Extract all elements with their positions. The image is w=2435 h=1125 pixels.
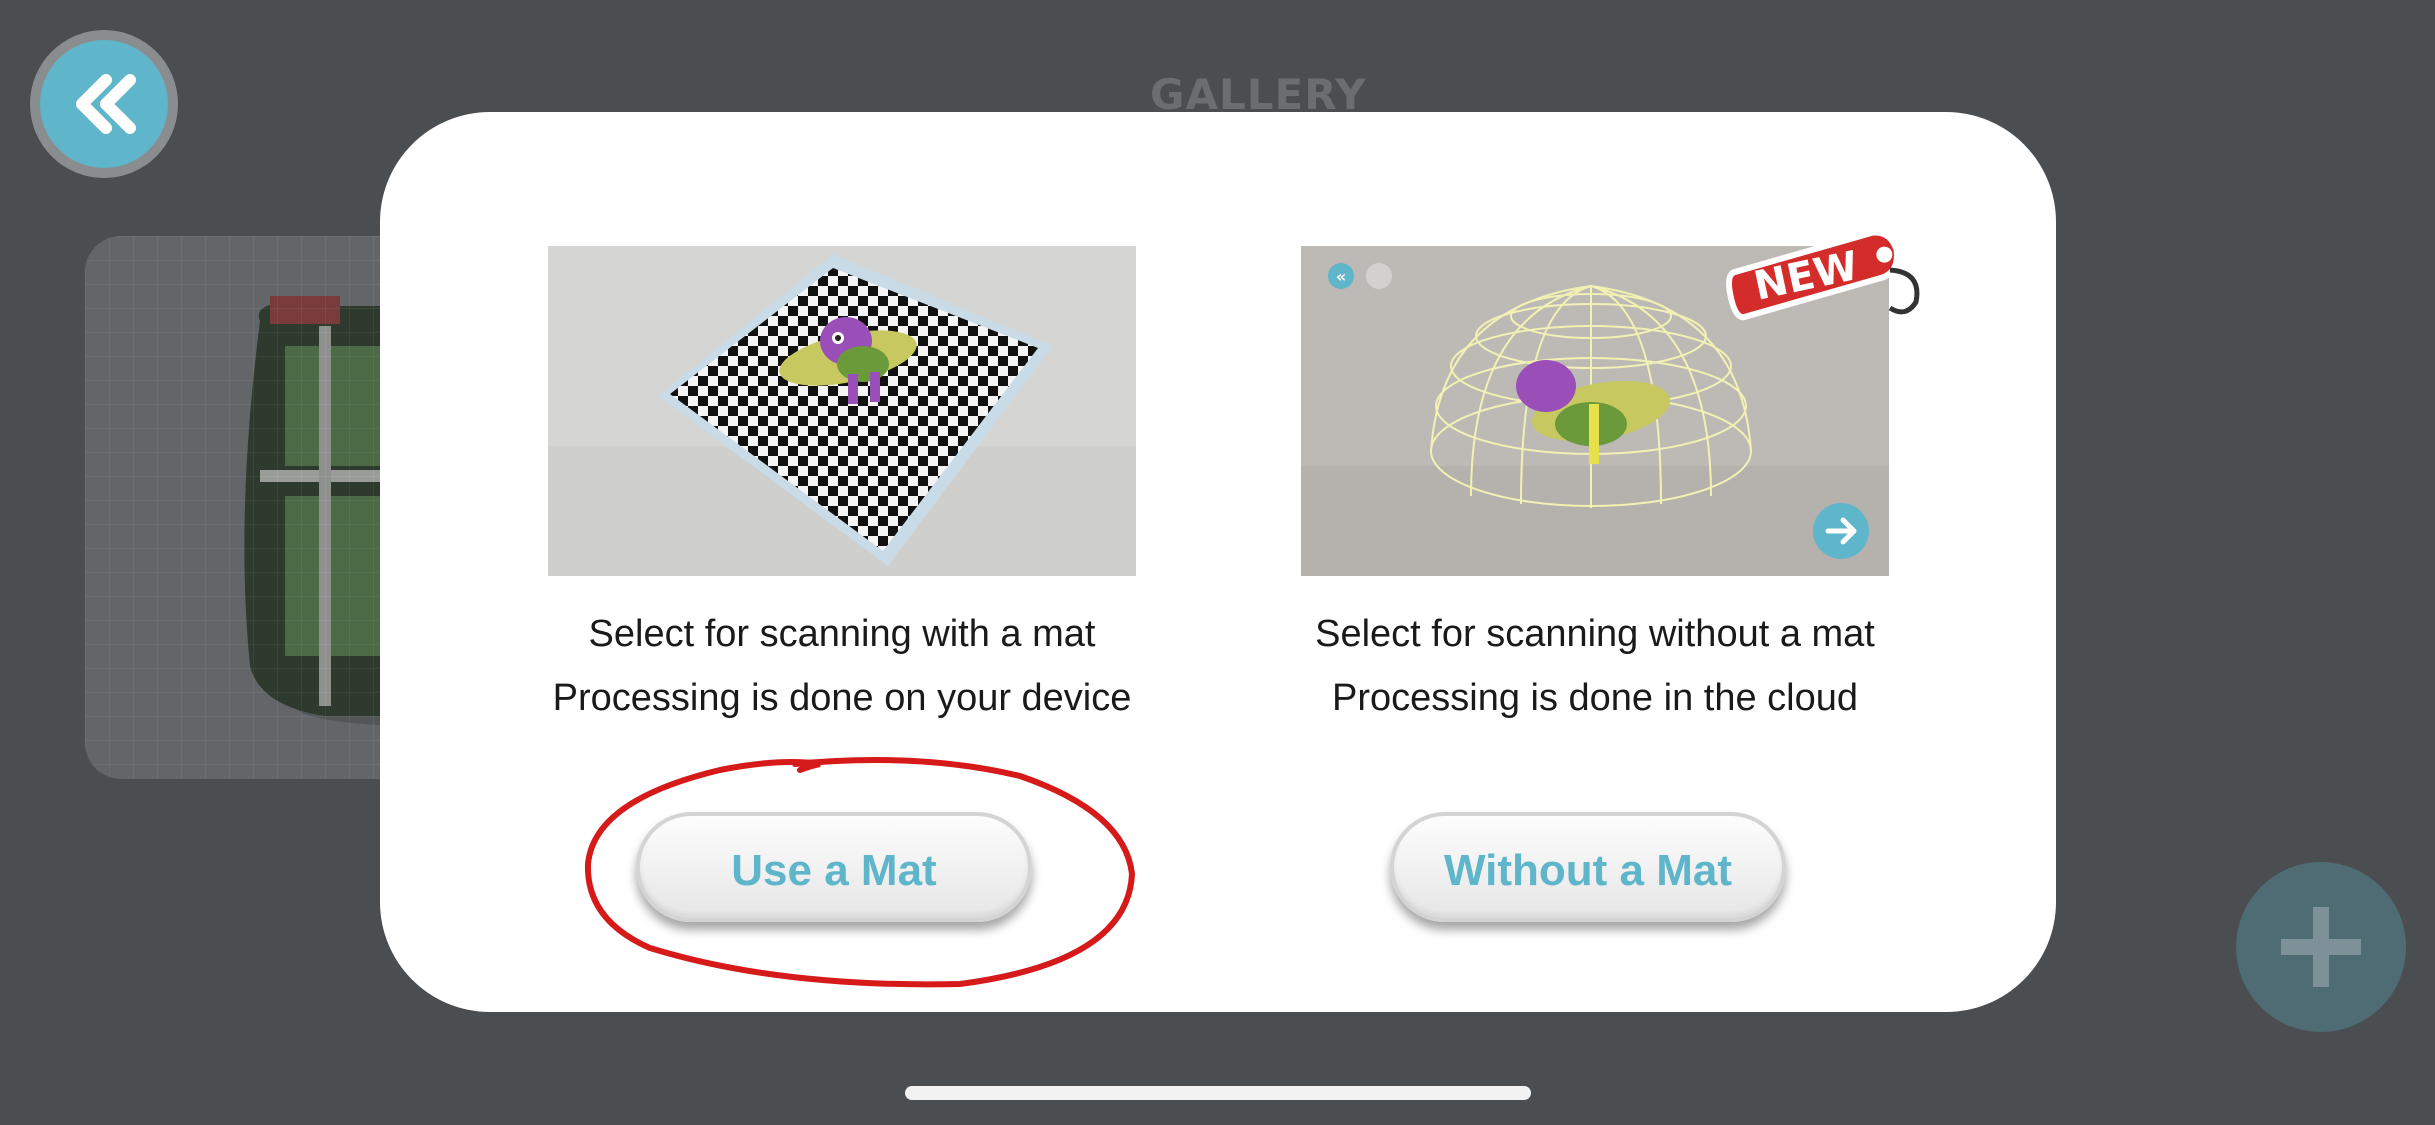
with-mat-line2: Processing is done on your device [552, 677, 1132, 719]
without-a-mat-button[interactable]: Without a Mat [1390, 812, 1786, 922]
svg-text:«: « [1336, 267, 1346, 286]
double-chevron-left-icon [76, 74, 136, 134]
use-a-mat-button[interactable]: Use a Mat [636, 812, 1032, 922]
with-mat-line1: Select for scanning with a mat [588, 613, 1096, 655]
without-mat-line1: Select for scanning without a mat [1315, 613, 1875, 655]
back-button[interactable] [30, 30, 178, 178]
new-badge: NEW [1726, 229, 1920, 321]
with-mat-description: Select for scanning with a mat Processin… [492, 602, 1192, 730]
new-badge-label: NEW [1750, 243, 1862, 310]
home-indicator[interactable] [905, 1086, 1531, 1100]
scan-with-mat-image[interactable] [548, 246, 1136, 576]
plus-icon [2281, 907, 2361, 987]
add-button[interactable] [2236, 862, 2406, 1032]
without-mat-line2: Processing is done in the cloud [1332, 677, 1858, 719]
without-mat-description: Select for scanning without a mat Proces… [1245, 602, 1945, 730]
